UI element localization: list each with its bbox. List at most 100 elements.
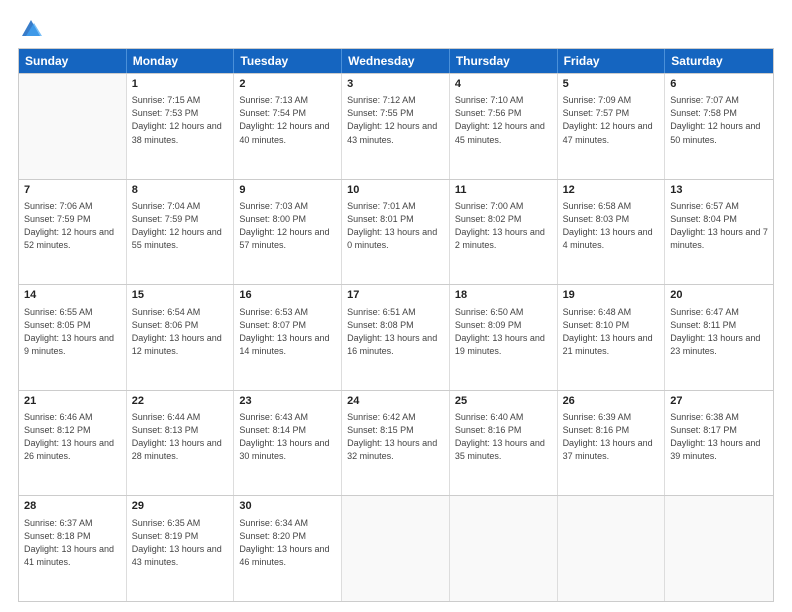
day-number: 18 xyxy=(455,288,552,303)
day-number: 27 xyxy=(670,394,768,409)
sun-info: Sunrise: 6:53 AMSunset: 8:07 PMDaylight:… xyxy=(239,306,336,358)
day-cell: 26 Sunrise: 6:39 AMSunset: 8:16 PMDayligh… xyxy=(558,391,666,496)
day-number: 12 xyxy=(563,183,660,198)
calendar-row: 7 Sunrise: 7:06 AMSunset: 7:59 PMDaylight… xyxy=(19,179,773,285)
day-cell: 1 Sunrise: 7:15 AMSunset: 7:53 PMDaylight… xyxy=(127,74,235,179)
day-cell: 29 Sunrise: 6:35 AMSunset: 8:19 PMDayligh… xyxy=(127,496,235,601)
day-cell: 8Sunrise: 7:04 AMSunset: 7:59 PMDaylight… xyxy=(127,180,235,285)
sun-info: Sunrise: 6:37 AMSunset: 8:18 PMDaylight:… xyxy=(24,517,121,569)
day-number: 26 xyxy=(563,394,660,409)
weekday-header: Wednesday xyxy=(342,49,450,73)
day-number: 5 xyxy=(563,77,660,92)
sun-info: Sunrise: 7:06 AMSunset: 7:59 PMDaylight:… xyxy=(24,200,121,252)
sun-info: Sunrise: 6:40 AMSunset: 8:16 PMDaylight:… xyxy=(455,411,552,463)
sun-info: Sunrise: 6:54 AMSunset: 8:06 PMDaylight:… xyxy=(132,306,229,358)
sun-info: Sunrise: 6:44 AMSunset: 8:13 PMDaylight:… xyxy=(132,411,229,463)
day-number: 14 xyxy=(24,288,121,303)
calendar-row: 21 Sunrise: 6:46 AMSunset: 8:12 PMDayligh… xyxy=(19,390,773,496)
sun-info: Sunrise: 6:51 AMSunset: 8:08 PMDaylight:… xyxy=(347,306,444,358)
day-number: 28 xyxy=(24,499,121,514)
day-cell: 13 Sunrise: 6:57 AMSunset: 8:04 PMDayligh… xyxy=(665,180,773,285)
calendar: SundayMondayTuesdayWednesdayThursdayFrid… xyxy=(18,48,774,602)
sun-info: Sunrise: 6:58 AMSunset: 8:03 PMDaylight:… xyxy=(563,200,660,252)
day-number: 6 xyxy=(670,77,768,92)
day-number: 22 xyxy=(132,394,229,409)
day-cell: 9 Sunrise: 7:03 AMSunset: 8:00 PMDaylight… xyxy=(234,180,342,285)
sun-info: Sunrise: 6:57 AMSunset: 8:04 PMDaylight:… xyxy=(670,200,768,252)
day-number: 25 xyxy=(455,394,552,409)
sun-info: Sunrise: 7:07 AMSunset: 7:58 PMDaylight:… xyxy=(670,94,768,146)
weekday-header: Monday xyxy=(127,49,235,73)
day-cell: 23 Sunrise: 6:43 AMSunset: 8:14 PMDayligh… xyxy=(234,391,342,496)
weekday-header: Sunday xyxy=(19,49,127,73)
sun-info: Sunrise: 7:12 AMSunset: 7:55 PMDaylight:… xyxy=(347,94,444,146)
empty-cell xyxy=(665,496,773,601)
day-number: 16 xyxy=(239,288,336,303)
day-cell: 15 Sunrise: 6:54 AMSunset: 8:06 PMDayligh… xyxy=(127,285,235,390)
day-number: 3 xyxy=(347,77,444,92)
calendar-row: 1 Sunrise: 7:15 AMSunset: 7:53 PMDaylight… xyxy=(19,73,773,179)
day-number: 11 xyxy=(455,183,552,198)
calendar-row: 28 Sunrise: 6:37 AMSunset: 8:18 PMDayligh… xyxy=(19,495,773,601)
day-cell: 14Sunrise: 6:55 AMSunset: 8:05 PMDayligh… xyxy=(19,285,127,390)
weekday-header: Thursday xyxy=(450,49,558,73)
page: SundayMondayTuesdayWednesdayThursdayFrid… xyxy=(0,0,792,612)
day-cell: 30 Sunrise: 6:34 AMSunset: 8:20 PMDayligh… xyxy=(234,496,342,601)
day-number: 10 xyxy=(347,183,444,198)
day-number: 1 xyxy=(132,77,229,92)
weekday-header: Tuesday xyxy=(234,49,342,73)
day-cell: 2Sunrise: 7:13 AMSunset: 7:54 PMDaylight… xyxy=(234,74,342,179)
sun-info: Sunrise: 6:50 AMSunset: 8:09 PMDaylight:… xyxy=(455,306,552,358)
day-number: 21 xyxy=(24,394,121,409)
day-number: 15 xyxy=(132,288,229,303)
day-number: 9 xyxy=(239,183,336,198)
day-cell: 24 Sunrise: 6:42 AMSunset: 8:15 PMDayligh… xyxy=(342,391,450,496)
day-cell: 7 Sunrise: 7:06 AMSunset: 7:59 PMDaylight… xyxy=(19,180,127,285)
day-number: 8 xyxy=(132,183,229,198)
day-cell: 22 Sunrise: 6:44 AMSunset: 8:13 PMDayligh… xyxy=(127,391,235,496)
day-number: 7 xyxy=(24,183,121,198)
day-number: 30 xyxy=(239,499,336,514)
sun-info: Sunrise: 7:13 AMSunset: 7:54 PMDaylight:… xyxy=(239,94,336,146)
logo xyxy=(18,18,42,40)
day-cell: 11Sunrise: 7:00 AMSunset: 8:02 PMDayligh… xyxy=(450,180,558,285)
calendar-row: 14Sunrise: 6:55 AMSunset: 8:05 PMDayligh… xyxy=(19,284,773,390)
logo-icon xyxy=(20,18,42,40)
day-cell: 17 Sunrise: 6:51 AMSunset: 8:08 PMDayligh… xyxy=(342,285,450,390)
day-number: 13 xyxy=(670,183,768,198)
sun-info: Sunrise: 7:10 AMSunset: 7:56 PMDaylight:… xyxy=(455,94,552,146)
sun-info: Sunrise: 6:42 AMSunset: 8:15 PMDaylight:… xyxy=(347,411,444,463)
sun-info: Sunrise: 7:15 AMSunset: 7:53 PMDaylight:… xyxy=(132,94,229,146)
day-cell: 20 Sunrise: 6:47 AMSunset: 8:11 PMDayligh… xyxy=(665,285,773,390)
day-cell: 21 Sunrise: 6:46 AMSunset: 8:12 PMDayligh… xyxy=(19,391,127,496)
sun-info: Sunrise: 6:35 AMSunset: 8:19 PMDaylight:… xyxy=(132,517,229,569)
sun-info: Sunrise: 6:39 AMSunset: 8:16 PMDaylight:… xyxy=(563,411,660,463)
sun-info: Sunrise: 6:47 AMSunset: 8:11 PMDaylight:… xyxy=(670,306,768,358)
sun-info: Sunrise: 7:09 AMSunset: 7:57 PMDaylight:… xyxy=(563,94,660,146)
day-cell: 19Sunrise: 6:48 AMSunset: 8:10 PMDayligh… xyxy=(558,285,666,390)
day-number: 29 xyxy=(132,499,229,514)
day-cell: 25 Sunrise: 6:40 AMSunset: 8:16 PMDayligh… xyxy=(450,391,558,496)
empty-cell xyxy=(19,74,127,179)
day-number: 4 xyxy=(455,77,552,92)
sun-info: Sunrise: 6:43 AMSunset: 8:14 PMDaylight:… xyxy=(239,411,336,463)
day-number: 23 xyxy=(239,394,336,409)
day-cell: 5 Sunrise: 7:09 AMSunset: 7:57 PMDaylight… xyxy=(558,74,666,179)
day-cell: 28 Sunrise: 6:37 AMSunset: 8:18 PMDayligh… xyxy=(19,496,127,601)
sun-info: Sunrise: 6:46 AMSunset: 8:12 PMDaylight:… xyxy=(24,411,121,463)
sun-info: Sunrise: 6:34 AMSunset: 8:20 PMDaylight:… xyxy=(239,517,336,569)
sun-info: Sunrise: 6:38 AMSunset: 8:17 PMDaylight:… xyxy=(670,411,768,463)
sun-info: Sunrise: 7:03 AMSunset: 8:00 PMDaylight:… xyxy=(239,200,336,252)
day-cell: 10Sunrise: 7:01 AMSunset: 8:01 PMDayligh… xyxy=(342,180,450,285)
day-number: 20 xyxy=(670,288,768,303)
empty-cell xyxy=(342,496,450,601)
day-number: 24 xyxy=(347,394,444,409)
day-cell: 27 Sunrise: 6:38 AMSunset: 8:17 PMDayligh… xyxy=(665,391,773,496)
sun-info: Sunrise: 6:48 AMSunset: 8:10 PMDaylight:… xyxy=(563,306,660,358)
day-cell: 18 Sunrise: 6:50 AMSunset: 8:09 PMDayligh… xyxy=(450,285,558,390)
empty-cell xyxy=(558,496,666,601)
day-number: 17 xyxy=(347,288,444,303)
header xyxy=(18,18,774,40)
day-cell: 3 Sunrise: 7:12 AMSunset: 7:55 PMDaylight… xyxy=(342,74,450,179)
day-cell: 4 Sunrise: 7:10 AMSunset: 7:56 PMDaylight… xyxy=(450,74,558,179)
